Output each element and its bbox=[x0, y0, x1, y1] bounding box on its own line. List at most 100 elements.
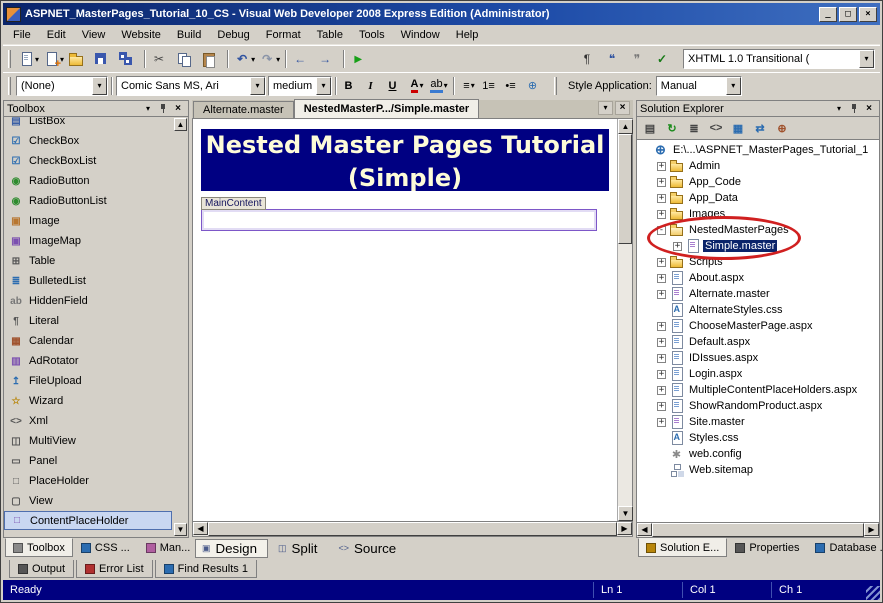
add-new-item-button[interactable] bbox=[41, 48, 66, 70]
tree-item[interactable]: + Default.aspx bbox=[637, 334, 879, 350]
toolbox-item[interactable]: ◉ RadioButtonList bbox=[4, 191, 173, 211]
toolbox-item[interactable]: ↥ FileUpload bbox=[4, 371, 173, 391]
title-bar[interactable]: ASPNET_MasterPages_Tutorial_10_CS - Visu… bbox=[3, 3, 880, 25]
validation-target-combo[interactable]: XHTML 1.0 Transitional ( bbox=[683, 49, 875, 69]
tree-item[interactable]: + Login.aspx bbox=[637, 366, 879, 382]
expander-icon[interactable]: + bbox=[657, 418, 666, 427]
minimize-button[interactable]: _ bbox=[819, 7, 837, 22]
font-size-combo[interactable]: medium bbox=[268, 76, 332, 96]
foreground-color-button[interactable]: A bbox=[406, 75, 428, 97]
toolbox-item[interactable]: <> Xml bbox=[4, 411, 173, 431]
chevron-down-icon[interactable] bbox=[726, 77, 741, 95]
underline-button[interactable]: U bbox=[384, 75, 406, 97]
tree-item[interactable]: AlternateStyles.css bbox=[637, 302, 879, 318]
scroll-down-button[interactable] bbox=[618, 506, 633, 521]
expander-icon[interactable]: + bbox=[657, 370, 666, 379]
expander-icon[interactable]: + bbox=[657, 274, 666, 283]
save-button[interactable] bbox=[91, 48, 116, 70]
close-button[interactable] bbox=[862, 102, 876, 115]
toolbox-item[interactable]: ≣ BulletedList bbox=[4, 271, 173, 291]
tree-item[interactable]: E:\...\ASPNET_MasterPages_Tutorial_1 bbox=[637, 142, 879, 158]
tree-item[interactable]: + ChooseMasterPage.aspx bbox=[637, 318, 879, 334]
navigate-forward-button[interactable] bbox=[315, 48, 340, 70]
save-all-button[interactable] bbox=[116, 48, 141, 70]
auto-hide-button[interactable] bbox=[847, 102, 861, 115]
toolbar-grip[interactable] bbox=[8, 50, 11, 68]
scroll-left-button[interactable] bbox=[637, 523, 652, 536]
window-position-button[interactable] bbox=[141, 102, 155, 115]
toolbox-item[interactable]: ☆ Wizard bbox=[4, 391, 173, 411]
new-file-button[interactable] bbox=[16, 48, 41, 70]
tab-manage-styles[interactable]: Man... bbox=[138, 538, 199, 557]
menu-item[interactable]: View bbox=[74, 27, 114, 43]
toolbox-item[interactable]: ▣ Image bbox=[4, 211, 173, 231]
page-banner[interactable]: Nested Master Pages Tutorial (Simple) bbox=[201, 129, 609, 191]
start-debugging-button[interactable] bbox=[348, 48, 373, 70]
scroll-left-button[interactable] bbox=[193, 522, 208, 535]
scroll-down-button[interactable] bbox=[174, 523, 187, 536]
expander-icon[interactable]: + bbox=[657, 210, 666, 219]
chevron-down-icon[interactable] bbox=[250, 77, 265, 95]
tree-item[interactable]: + App_Code bbox=[637, 174, 879, 190]
format-document-button[interactable] bbox=[577, 48, 602, 70]
menu-item[interactable]: Help bbox=[448, 27, 487, 43]
comment-button[interactable] bbox=[602, 48, 627, 70]
toolbox-item[interactable]: ab HiddenField bbox=[4, 291, 173, 311]
document-list-button[interactable] bbox=[598, 101, 613, 115]
tree-item[interactable]: - NestedMasterPages bbox=[637, 222, 879, 238]
menu-item[interactable]: Table bbox=[309, 27, 351, 43]
toolbox-item[interactable]: ☑ CheckBoxList bbox=[4, 151, 173, 171]
undo-button[interactable] bbox=[232, 48, 257, 70]
toolbox-item[interactable]: ◫ MultiView bbox=[4, 431, 173, 451]
contentplaceholder-label[interactable]: MainContent bbox=[201, 197, 266, 210]
split-view-button[interactable]: ◫Split bbox=[271, 539, 328, 558]
expander-icon[interactable]: + bbox=[673, 242, 682, 251]
unordered-list-button[interactable]: •≡ bbox=[502, 75, 524, 97]
toolbox-item[interactable]: ▣ ImageMap bbox=[4, 231, 173, 251]
document-tab[interactable]: Alternate.master bbox=[193, 101, 294, 118]
tab-error-list[interactable]: Error List bbox=[76, 560, 153, 578]
uncomment-button[interactable] bbox=[627, 48, 652, 70]
menu-item[interactable]: Debug bbox=[209, 27, 257, 43]
tree-item[interactable]: + About.aspx bbox=[637, 270, 879, 286]
toolbox-item[interactable]: ▤ ListBox bbox=[4, 117, 173, 131]
tree-item[interactable]: + Scripts bbox=[637, 254, 879, 270]
scrollbar-track[interactable] bbox=[618, 244, 632, 506]
expander-icon[interactable]: + bbox=[657, 402, 666, 411]
tab-toolbox[interactable]: Toolbox bbox=[5, 538, 73, 557]
expander-icon[interactable]: + bbox=[657, 178, 666, 187]
design-view-button[interactable]: ▣Design bbox=[195, 539, 268, 558]
copy-website-button[interactable]: ⇄ bbox=[750, 119, 770, 138]
toolbox-item[interactable]: ▦ Calendar bbox=[4, 331, 173, 351]
close-button[interactable] bbox=[171, 102, 185, 115]
tree-item[interactable]: + Images bbox=[637, 206, 879, 222]
expander-icon[interactable]: + bbox=[657, 162, 666, 171]
ordered-list-button[interactable]: 1≡ bbox=[480, 75, 502, 97]
nest-related-files-button[interactable]: ≣ bbox=[684, 119, 704, 138]
menu-item[interactable]: Tools bbox=[351, 27, 393, 43]
toolbox-item[interactable]: ¶ Literal bbox=[4, 311, 173, 331]
scroll-right-button[interactable] bbox=[617, 522, 632, 535]
alignment-button[interactable]: ≡ bbox=[458, 75, 480, 97]
toolbox-item[interactable]: ☑ CheckBox bbox=[4, 131, 173, 151]
expander-icon[interactable]: + bbox=[657, 386, 666, 395]
open-file-button[interactable] bbox=[66, 48, 91, 70]
chevron-down-icon[interactable] bbox=[92, 77, 107, 95]
expander-icon[interactable]: + bbox=[657, 354, 666, 363]
close-document-button[interactable] bbox=[615, 101, 630, 115]
document-tab[interactable]: NestedMasterP.../Simple.master bbox=[294, 99, 479, 118]
menu-item[interactable]: Edit bbox=[39, 27, 74, 43]
toolbar-grip[interactable] bbox=[554, 77, 557, 95]
window-position-button[interactable] bbox=[832, 102, 846, 115]
close-button[interactable]: × bbox=[859, 7, 877, 22]
view-designer-button[interactable]: ▦ bbox=[728, 119, 748, 138]
scrollbar-thumb[interactable] bbox=[208, 522, 617, 536]
hyperlink-button[interactable]: ⊕ bbox=[524, 75, 546, 97]
tree-item[interactable]: + ShowRandomProduct.aspx bbox=[637, 398, 879, 414]
scroll-up-button[interactable] bbox=[174, 118, 187, 131]
cut-button[interactable] bbox=[149, 48, 174, 70]
tree-item[interactable]: + App_Data bbox=[637, 190, 879, 206]
font-family-combo[interactable]: Comic Sans MS, Ari bbox=[116, 76, 266, 96]
expander-icon[interactable]: + bbox=[657, 290, 666, 299]
toolbox-item[interactable]: ▭ Panel bbox=[4, 451, 173, 471]
